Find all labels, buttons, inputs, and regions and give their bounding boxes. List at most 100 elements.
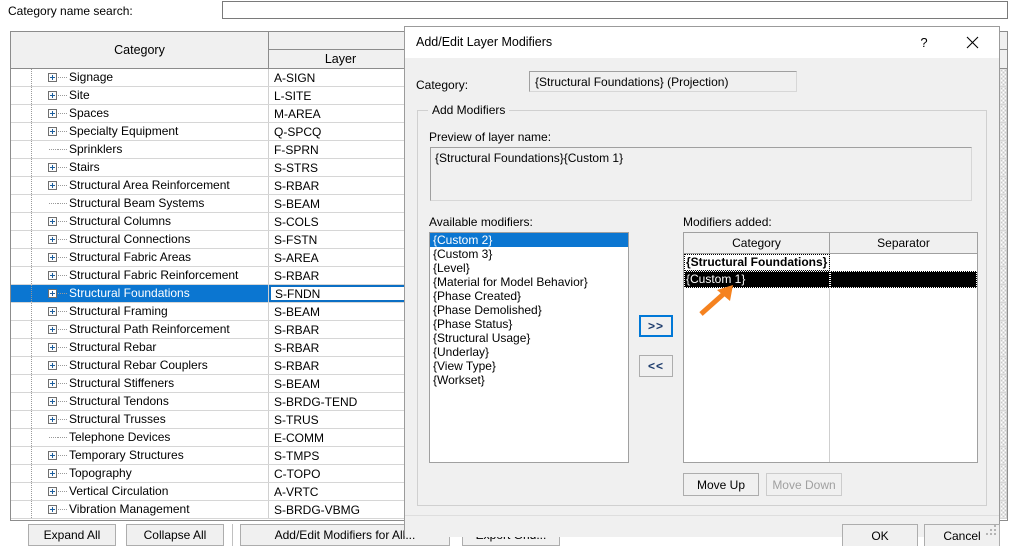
cell-layer[interactable]: S-BEAM [269,303,413,320]
cell-layer[interactable]: A-VRTC [269,483,413,500]
move-up-button[interactable]: Move Up [683,473,759,496]
cell-category[interactable]: Structural Beam Systems [11,195,269,212]
cell-category[interactable]: Structural Fabric Reinforcement [11,267,269,284]
expand-plus-icon[interactable] [48,451,57,460]
cell-layer[interactable]: S-RBAR [269,339,413,356]
cell-modifier-separator[interactable] [830,271,977,288]
cell-category[interactable]: Site [11,87,269,104]
cell-category[interactable]: Structural Rebar Couplers [11,357,269,374]
added-column-header-separator[interactable]: Separator [830,233,977,253]
cell-layer[interactable]: S-FNDN [269,285,413,302]
list-item[interactable]: {Phase Status} [430,317,628,331]
expand-plus-icon[interactable] [48,235,57,244]
cell-layer[interactable]: S-RBAR [269,267,413,284]
cell-layer[interactable]: S-TMPS [269,447,413,464]
cell-category[interactable]: Temporary Structures [11,447,269,464]
cell-layer[interactable]: A-SIGN [269,69,413,86]
cell-category[interactable]: Structural Framing [11,303,269,320]
expand-plus-icon[interactable] [48,127,57,136]
expand-plus-icon[interactable] [48,361,57,370]
cell-layer[interactable]: E-COMM [269,429,413,446]
cell-layer[interactable]: S-BRDG-VBMG [269,501,413,518]
expand-plus-icon[interactable] [48,91,57,100]
list-item[interactable]: {Material for Model Behavior} [430,275,628,289]
add-modifier-button[interactable]: >> [639,315,673,337]
column-header-category[interactable]: Category [11,32,269,68]
list-item[interactable]: {Phase Created} [430,289,628,303]
cell-category[interactable]: Telephone Devices [11,429,269,446]
cell-layer[interactable]: M-AREA [269,105,413,122]
expand-plus-icon[interactable] [48,469,57,478]
expand-plus-icon[interactable] [48,379,57,388]
cell-category[interactable]: Structural Stiffeners [11,375,269,392]
remove-modifier-button[interactable]: << [639,355,673,377]
expand-plus-icon[interactable] [48,307,57,316]
cell-category[interactable]: Vibration Management [11,501,269,518]
added-column-header-category[interactable]: Category [684,233,830,253]
expand-all-button[interactable]: Expand All [28,524,116,546]
expand-plus-icon[interactable] [48,415,57,424]
list-item[interactable]: {Underlay} [430,345,628,359]
close-icon[interactable] [949,27,995,57]
cell-layer[interactable]: S-AREA [269,249,413,266]
expand-plus-icon[interactable] [48,109,57,118]
cell-layer[interactable]: S-BEAM [269,195,413,212]
list-item[interactable]: {Structural Usage} [430,331,628,345]
available-modifiers-listbox[interactable]: {Custom 2} {Custom 3} {Level} {Material for… [429,232,629,463]
expand-plus-icon[interactable] [48,289,57,298]
list-item[interactable]: {Custom 2} [430,233,628,247]
cell-category[interactable]: Structural Tendons [11,393,269,410]
cell-layer[interactable]: S-RBAR [269,321,413,338]
cell-category[interactable]: Spaces [11,105,269,122]
cell-layer[interactable]: F-SPRN [269,141,413,158]
cell-category[interactable]: Stairs [11,159,269,176]
cell-modifier-separator[interactable] [830,254,977,271]
cell-category[interactable]: Structural Columns [11,213,269,230]
cell-layer[interactable]: S-BRDG-TEND [269,393,413,410]
cell-layer[interactable]: C-TOPO [269,465,413,482]
list-item[interactable]: {Level} [430,261,628,275]
cell-category[interactable]: Specialty Equipment [11,123,269,140]
expand-plus-icon[interactable] [48,343,57,352]
expand-plus-icon[interactable] [48,325,57,334]
expand-plus-icon[interactable] [48,73,57,82]
cell-layer[interactable]: Q-SPCQ [269,123,413,140]
table-row[interactable]: {Structural Foundations} [684,254,977,271]
cell-modifier-category[interactable]: {Custom 1} [684,271,830,288]
table-row[interactable]: {Custom 1} [684,271,977,288]
cell-layer[interactable]: S-FSTN [269,231,413,248]
expand-plus-icon[interactable] [48,505,57,514]
cell-layer[interactable]: S-STRS [269,159,413,176]
help-icon[interactable]: ? [909,27,939,57]
expand-plus-icon[interactable] [48,217,57,226]
cell-category[interactable]: Structural Area Reinforcement [11,177,269,194]
cell-category[interactable]: Structural Foundations [11,285,269,302]
cell-category[interactable]: Structural Path Reinforcement [11,321,269,338]
list-item[interactable]: {Custom 3} [430,247,628,261]
cell-category[interactable]: Topography [11,465,269,482]
expand-plus-icon[interactable] [48,181,57,190]
list-item[interactable]: {View Type} [430,359,628,373]
expand-plus-icon[interactable] [48,253,57,262]
cell-category[interactable]: Sprinklers [11,141,269,158]
collapse-all-button[interactable]: Collapse All [126,524,224,546]
list-item[interactable]: {Workset} [430,373,628,387]
ok-button[interactable]: OK [842,524,918,546]
expand-plus-icon[interactable] [48,271,57,280]
cell-category[interactable]: Structural Connections [11,231,269,248]
expand-plus-icon[interactable] [48,163,57,172]
expand-plus-icon[interactable] [48,397,57,406]
list-item[interactable]: {Phase Demolished} [430,303,628,317]
cell-layer[interactable]: S-TRUS [269,411,413,428]
cell-category[interactable]: Vertical Circulation [11,483,269,500]
cell-layer[interactable]: S-COLS [269,213,413,230]
cell-layer[interactable]: S-RBAR [269,177,413,194]
cell-layer[interactable]: S-BEAM [269,375,413,392]
search-input[interactable] [222,1,1008,19]
modifiers-added-grid[interactable]: Category Separator {Structural Foundatio… [683,232,978,463]
cell-category[interactable]: Signage [11,69,269,86]
expand-plus-icon[interactable] [48,487,57,496]
cell-category[interactable]: Structural Rebar [11,339,269,356]
cell-layer[interactable]: L-SITE [269,87,413,104]
dialog-titlebar[interactable]: Add/Edit Layer Modifiers ? [405,27,999,59]
